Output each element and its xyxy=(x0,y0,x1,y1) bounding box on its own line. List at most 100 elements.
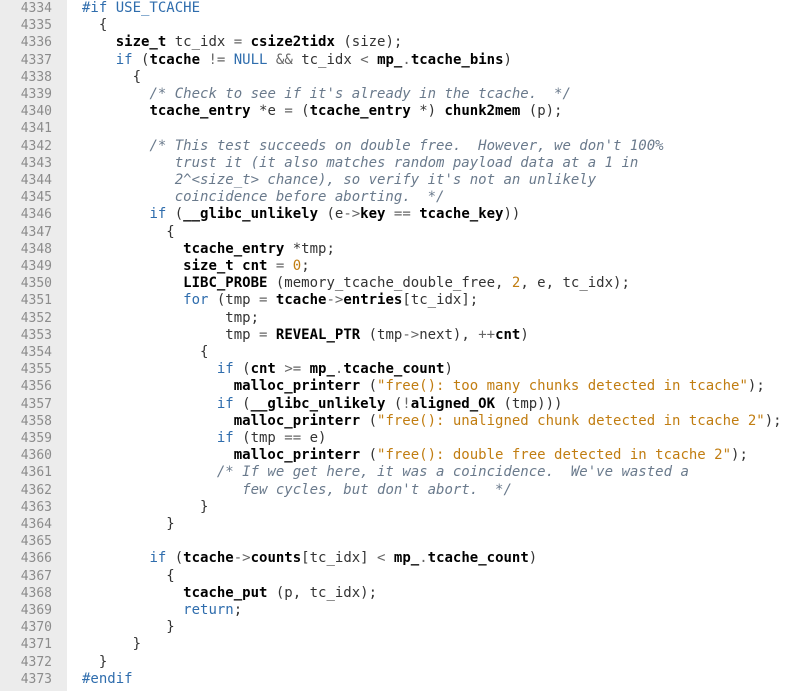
code-token: { xyxy=(82,567,175,584)
code-token: size_t xyxy=(115,34,167,51)
code-token: == xyxy=(393,206,411,223)
code-text: #endif xyxy=(82,671,133,688)
code-line: 4354 { xyxy=(0,344,799,361)
code-token: (e xyxy=(318,206,344,223)
code-token: ) xyxy=(503,51,512,68)
code-token: } xyxy=(82,653,108,670)
code-text: trust it (it also matches random payload… xyxy=(82,154,639,172)
code-line: 4356 malloc_printerr ("free(): too many … xyxy=(0,378,799,395)
line-number: 4338 xyxy=(20,69,52,85)
code-editor[interactable]: 4334 #if USE_TCACHE 4335 {4336 size_t tc_i… xyxy=(0,0,799,691)
code-text: if (tmp == e) xyxy=(82,430,327,447)
code-text: } xyxy=(82,516,175,533)
code-line: 4366 if (tcache->counts[tc_idx] < mp_.tc… xyxy=(0,550,799,567)
code-token: ); xyxy=(747,378,765,395)
line-number: 4361 xyxy=(20,465,52,481)
code-token: trust it (it also matches random payload… xyxy=(174,154,639,171)
line-number: 4368 xyxy=(20,585,52,601)
code-line: 4334 #if USE_TCACHE xyxy=(0,0,799,17)
code-line: 4345 coincidence before aborting. */ xyxy=(0,189,799,206)
code-token: ; xyxy=(301,258,310,274)
code-token: ); xyxy=(764,412,782,429)
code-line: 4361 /* If we get here, it was a coincid… xyxy=(0,464,799,481)
code-line: 4337 if (tcache != NULL && tc_idx < mp_.… xyxy=(0,52,799,69)
code-token: tc_idx xyxy=(166,34,234,51)
code-token: "free(): unaligned chunk detected in tca… xyxy=(377,412,765,429)
code-token: -> xyxy=(402,326,420,343)
code-token: [tc_idx] xyxy=(301,550,378,567)
code-line: 4358 malloc_printerr ("free(): unaligned… xyxy=(0,413,799,430)
line-number: 4343 xyxy=(20,155,52,171)
line-number: 4354 xyxy=(20,345,52,360)
code-token: tcache_count xyxy=(427,550,529,567)
code-token: return xyxy=(183,602,234,618)
code-text: /* Check to see if it's already in the t… xyxy=(82,86,571,103)
line-number: 4342 xyxy=(20,138,52,154)
code-token: cnt xyxy=(250,361,276,378)
code-line: 4335 { xyxy=(0,17,799,34)
code-token: for xyxy=(183,292,209,309)
code-token: ( xyxy=(233,395,251,412)
code-token: < xyxy=(360,51,369,68)
code-token: [tc_idx]; xyxy=(402,292,479,309)
code-line: 4350 LIBC_PROBE (memory_tcache_double_fr… xyxy=(0,275,799,292)
code-token: = xyxy=(233,34,243,51)
code-text: size_t tc_idx = csize2tidx (size); xyxy=(82,34,403,51)
line-number: 4351 xyxy=(20,293,52,309)
line-number: 4349 xyxy=(20,259,52,274)
line-number: 4335 xyxy=(20,18,52,34)
code-token: if xyxy=(149,206,167,223)
code-line: 4364 } xyxy=(0,516,799,533)
code-token: tcache_bins xyxy=(410,51,504,68)
code-token: NULL xyxy=(233,51,268,68)
code-token: (tmp xyxy=(208,292,260,309)
code-token: /* Check to see if it's already in the t… xyxy=(149,86,571,102)
code-token: } xyxy=(82,516,175,532)
code-text: { xyxy=(82,344,208,361)
code-token: next), xyxy=(419,326,479,343)
code-line: 4351 for (tmp = tcache->entries[tc_idx]; xyxy=(0,292,799,309)
code-token: ! xyxy=(402,395,411,412)
code-text: if (tcache != NULL && tc_idx < mp_.tcach… xyxy=(82,52,512,69)
code-line: 4371 } xyxy=(0,636,799,653)
code-token: #endif xyxy=(82,670,133,687)
code-token: == xyxy=(284,430,302,446)
line-number: 4372 xyxy=(20,654,52,670)
code-token: ( xyxy=(292,103,310,120)
code-line: 4360 malloc_printerr ("free(): double fr… xyxy=(0,447,799,464)
code-text: { xyxy=(82,224,174,241)
code-token: "free(): double free detected in tcache … xyxy=(377,447,732,464)
line-number: 4365 xyxy=(20,534,52,550)
line-number: 4344 xyxy=(20,173,52,188)
line-number: 4339 xyxy=(20,87,52,102)
code-token: = xyxy=(284,103,293,120)
code-token: (tmp xyxy=(233,430,285,446)
code-text: size_t cnt = 0; xyxy=(82,258,310,275)
code-text: few cycles, but don't abort. */ xyxy=(82,482,512,499)
code-token: ) xyxy=(444,361,453,378)
line-number: 4345 xyxy=(20,190,52,206)
code-line: 4341 xyxy=(0,120,799,137)
code-line: 4372 } xyxy=(0,654,799,671)
line-number: 4359 xyxy=(20,431,52,446)
code-token: mp_ xyxy=(377,51,403,68)
code-token: if xyxy=(216,395,234,412)
code-token: if xyxy=(149,550,167,567)
code-token: . xyxy=(402,51,411,68)
code-token: -> xyxy=(343,206,361,223)
code-line: 4373 #endif xyxy=(0,671,799,688)
code-token: >= xyxy=(284,361,302,378)
code-token: ( xyxy=(132,51,150,68)
line-number: 4348 xyxy=(20,241,52,257)
